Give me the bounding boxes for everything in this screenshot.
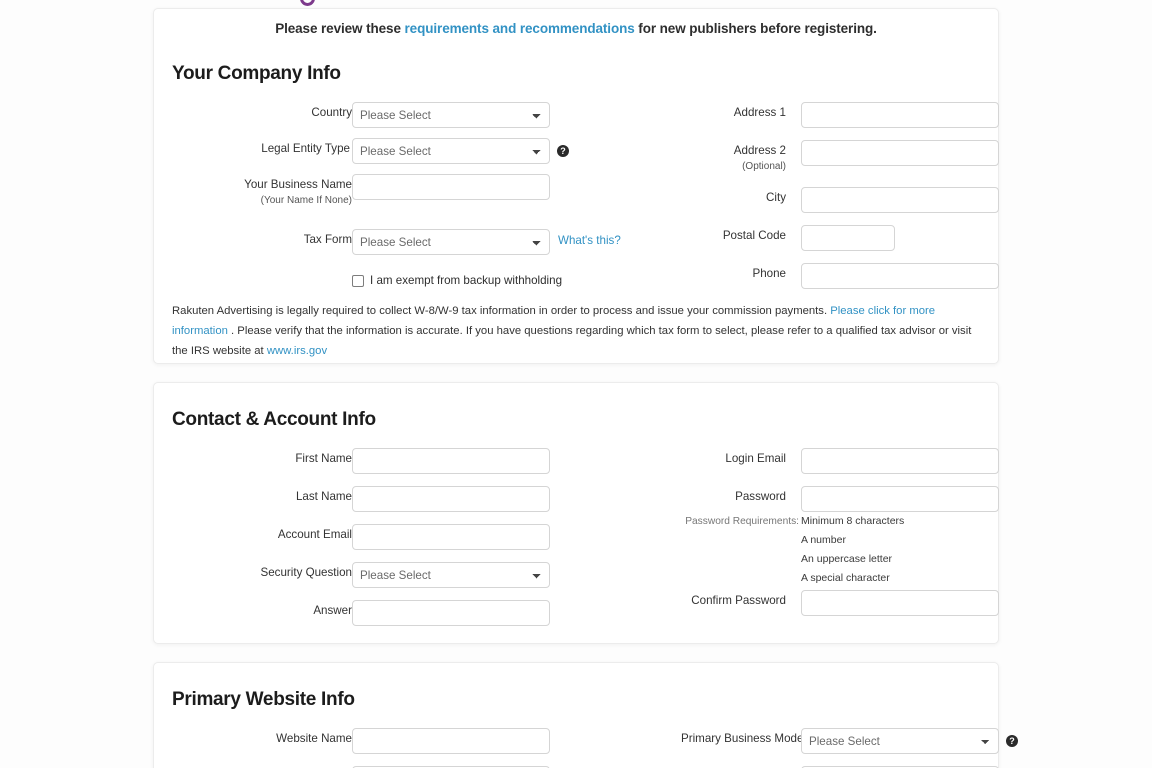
whats-this-link[interactable]: What's this? (558, 234, 621, 247)
city-label: City (766, 191, 786, 204)
account-email-input[interactable] (352, 524, 550, 550)
security-question-select[interactable]: Please Select (352, 562, 550, 588)
address2-input[interactable] (801, 140, 999, 166)
security-question-row: Security Question Please Select (172, 562, 685, 588)
account-email-label: Account Email (277, 528, 352, 541)
confirm-password-row: Confirm Password (634, 590, 999, 616)
postal-code-row: Postal Code (634, 225, 984, 251)
tax-form-label: Tax Form (303, 233, 352, 246)
legal-text-part1: Rakuten Advertising is legally required … (172, 305, 831, 317)
business-name-input[interactable] (352, 174, 550, 200)
primary-business-model-label: Primary Business Model (681, 732, 806, 745)
city-input[interactable] (801, 187, 999, 213)
login-email-input[interactable] (801, 448, 999, 474)
business-name-row: Your Business Name (Your Name If None) (172, 174, 685, 206)
password-requirement-item: An uppercase letter (801, 553, 893, 565)
postal-code-input[interactable] (801, 225, 895, 251)
legal-entity-type-label: Legal Entity Type (261, 142, 350, 155)
password-requirements-label: Password Requirements: (685, 516, 799, 527)
primary-website-info-card: Primary Website Info Website Name Primar… (153, 662, 1018, 768)
address2-row: Address 2 (Optional) (634, 140, 999, 172)
address1-label: Address 1 (733, 106, 786, 119)
backup-withholding-label: I am exempt from backup withholding (370, 274, 563, 287)
banner-text-before: Please review these (275, 21, 405, 36)
address1-row: Address 1 (634, 102, 999, 128)
logo-circle-icon (300, 0, 315, 6)
confirm-password-input[interactable] (801, 590, 999, 616)
business-name-sublabel: (Your Name If None) (260, 195, 352, 206)
company-info-card: Please review these requirements and rec… (153, 8, 999, 364)
password-row: Password (634, 486, 999, 512)
website-name-row: Website Name (172, 728, 685, 754)
site-logo (160, 0, 360, 7)
contact-info-title: Contact & Account Info (172, 409, 376, 430)
city-row: City (634, 187, 999, 213)
company-info-title: Your Company Info (172, 63, 341, 84)
answer-row: Answer (172, 600, 685, 626)
last-name-row: Last Name (172, 486, 685, 512)
legal-entity-help-icon[interactable]: ? (557, 145, 569, 157)
legal-entity-type-select[interactable]: Please Select (352, 138, 550, 164)
contact-account-info-card: Contact & Account Info First Name Last N… (153, 382, 999, 644)
tax-legal-disclaimer: Rakuten Advertising is legally required … (172, 301, 984, 361)
country-label: Country (311, 106, 352, 119)
primary-business-model-help-icon[interactable]: ? (1006, 735, 1018, 747)
first-name-input[interactable] (352, 448, 550, 474)
account-email-row: Account Email (172, 524, 685, 550)
answer-label: Answer (313, 604, 352, 617)
first-name-row: First Name (172, 448, 685, 474)
review-requirements-banner: Please review these requirements and rec… (154, 9, 998, 36)
phone-row: Phone (634, 263, 999, 289)
password-input[interactable] (801, 486, 999, 512)
last-name-label: Last Name (295, 490, 352, 503)
website-name-label: Website Name (276, 732, 352, 745)
registration-page: Please review these requirements and rec… (0, 0, 1152, 768)
password-label: Password (735, 490, 786, 503)
website-name-input[interactable] (352, 728, 550, 754)
password-requirement-item: A number (801, 534, 846, 546)
primary-business-model-row: Primary Business Model Please Select ? (634, 728, 1018, 754)
address2-label: Address 2 (733, 144, 786, 157)
tax-form-select[interactable]: Please Select (352, 229, 550, 255)
login-email-label: Login Email (725, 452, 786, 465)
first-name-label: First Name (295, 452, 352, 465)
requirements-and-recommendations-link[interactable]: requirements and recommendations (405, 21, 635, 36)
password-requirement-item: Minimum 8 characters (801, 515, 905, 527)
irs-gov-link[interactable]: www.irs.gov (267, 345, 327, 357)
backup-withholding-checkbox[interactable] (352, 275, 364, 287)
answer-input[interactable] (352, 600, 550, 626)
website-info-title: Primary Website Info (172, 689, 355, 710)
banner-text-after: for new publishers before registering. (634, 21, 877, 36)
phone-input[interactable] (801, 263, 999, 289)
password-requirement-item: A special character (801, 572, 890, 584)
login-email-row: Login Email (634, 448, 999, 474)
last-name-input[interactable] (352, 486, 550, 512)
legal-entity-type-row: Legal Entity Type Please Select ? (172, 138, 702, 164)
primary-business-model-select[interactable]: Please Select (801, 728, 999, 754)
phone-label: Phone (752, 267, 786, 280)
country-select[interactable]: Please Select (352, 102, 550, 128)
address1-input[interactable] (801, 102, 999, 128)
country-row: Country Please Select (172, 102, 685, 128)
confirm-password-label: Confirm Password (691, 594, 786, 607)
business-name-label: Your Business Name (244, 178, 352, 191)
address2-sublabel: (Optional) (742, 161, 786, 172)
security-question-label: Security Question (260, 566, 352, 579)
postal-code-label: Postal Code (722, 229, 786, 242)
